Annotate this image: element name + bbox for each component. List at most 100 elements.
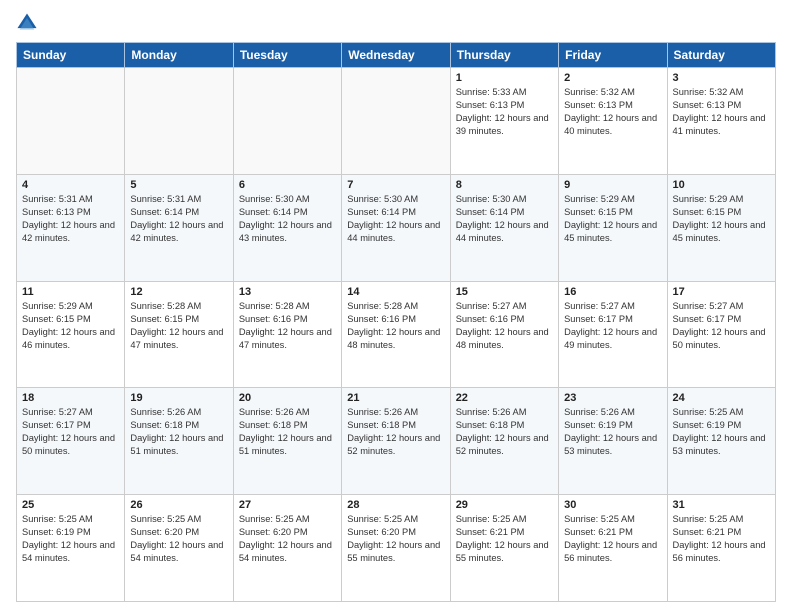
cell-info: Sunrise: 5:31 AMSunset: 6:14 PMDaylight:…	[130, 193, 227, 245]
day-number: 19	[130, 392, 227, 404]
cell-info: Sunrise: 5:29 AMSunset: 6:15 PMDaylight:…	[22, 300, 119, 352]
calendar-cell	[125, 68, 233, 175]
calendar-cell	[342, 68, 450, 175]
cell-info: Sunrise: 5:26 AMSunset: 6:18 PMDaylight:…	[130, 406, 227, 458]
cell-info: Sunrise: 5:25 AMSunset: 6:19 PMDaylight:…	[22, 513, 119, 565]
cell-info: Sunrise: 5:33 AMSunset: 6:13 PMDaylight:…	[456, 86, 553, 138]
cell-info: Sunrise: 5:32 AMSunset: 6:13 PMDaylight:…	[564, 86, 661, 138]
cell-info: Sunrise: 5:28 AMSunset: 6:16 PMDaylight:…	[347, 300, 444, 352]
day-number: 16	[564, 286, 661, 298]
day-number: 18	[22, 392, 119, 404]
calendar-cell: 7 Sunrise: 5:30 AMSunset: 6:14 PMDayligh…	[342, 174, 450, 281]
cell-info: Sunrise: 5:26 AMSunset: 6:18 PMDaylight:…	[347, 406, 444, 458]
calendar-week-1: 1 Sunrise: 5:33 AMSunset: 6:13 PMDayligh…	[17, 68, 776, 175]
day-number: 21	[347, 392, 444, 404]
calendar-cell: 12 Sunrise: 5:28 AMSunset: 6:15 PMDaylig…	[125, 281, 233, 388]
calendar-cell: 29 Sunrise: 5:25 AMSunset: 6:21 PMDaylig…	[450, 495, 558, 602]
calendar-cell: 13 Sunrise: 5:28 AMSunset: 6:16 PMDaylig…	[233, 281, 341, 388]
calendar-cell: 10 Sunrise: 5:29 AMSunset: 6:15 PMDaylig…	[667, 174, 775, 281]
calendar-cell: 4 Sunrise: 5:31 AMSunset: 6:13 PMDayligh…	[17, 174, 125, 281]
cell-info: Sunrise: 5:26 AMSunset: 6:18 PMDaylight:…	[239, 406, 336, 458]
cell-info: Sunrise: 5:31 AMSunset: 6:13 PMDaylight:…	[22, 193, 119, 245]
cell-info: Sunrise: 5:30 AMSunset: 6:14 PMDaylight:…	[239, 193, 336, 245]
calendar-header-friday: Friday	[559, 43, 667, 68]
logo	[16, 12, 42, 34]
cell-info: Sunrise: 5:30 AMSunset: 6:14 PMDaylight:…	[456, 193, 553, 245]
calendar-cell: 30 Sunrise: 5:25 AMSunset: 6:21 PMDaylig…	[559, 495, 667, 602]
cell-info: Sunrise: 5:25 AMSunset: 6:21 PMDaylight:…	[564, 513, 661, 565]
day-number: 7	[347, 179, 444, 191]
day-number: 27	[239, 499, 336, 511]
page: SundayMondayTuesdayWednesdayThursdayFrid…	[0, 0, 792, 612]
day-number: 31	[673, 499, 770, 511]
calendar-cell: 1 Sunrise: 5:33 AMSunset: 6:13 PMDayligh…	[450, 68, 558, 175]
calendar-cell: 31 Sunrise: 5:25 AMSunset: 6:21 PMDaylig…	[667, 495, 775, 602]
calendar-cell: 27 Sunrise: 5:25 AMSunset: 6:20 PMDaylig…	[233, 495, 341, 602]
calendar-header-sunday: Sunday	[17, 43, 125, 68]
cell-info: Sunrise: 5:25 AMSunset: 6:20 PMDaylight:…	[130, 513, 227, 565]
calendar-cell: 17 Sunrise: 5:27 AMSunset: 6:17 PMDaylig…	[667, 281, 775, 388]
calendar-header-thursday: Thursday	[450, 43, 558, 68]
calendar-cell: 14 Sunrise: 5:28 AMSunset: 6:16 PMDaylig…	[342, 281, 450, 388]
calendar-cell: 6 Sunrise: 5:30 AMSunset: 6:14 PMDayligh…	[233, 174, 341, 281]
day-number: 28	[347, 499, 444, 511]
day-number: 2	[564, 72, 661, 84]
cell-info: Sunrise: 5:25 AMSunset: 6:20 PMDaylight:…	[347, 513, 444, 565]
day-number: 13	[239, 286, 336, 298]
calendar-cell: 16 Sunrise: 5:27 AMSunset: 6:17 PMDaylig…	[559, 281, 667, 388]
calendar-cell: 5 Sunrise: 5:31 AMSunset: 6:14 PMDayligh…	[125, 174, 233, 281]
cell-info: Sunrise: 5:25 AMSunset: 6:21 PMDaylight:…	[673, 513, 770, 565]
calendar-header-saturday: Saturday	[667, 43, 775, 68]
calendar-cell: 22 Sunrise: 5:26 AMSunset: 6:18 PMDaylig…	[450, 388, 558, 495]
cell-info: Sunrise: 5:25 AMSunset: 6:21 PMDaylight:…	[456, 513, 553, 565]
cell-info: Sunrise: 5:25 AMSunset: 6:20 PMDaylight:…	[239, 513, 336, 565]
day-number: 15	[456, 286, 553, 298]
day-number: 8	[456, 179, 553, 191]
cell-info: Sunrise: 5:28 AMSunset: 6:15 PMDaylight:…	[130, 300, 227, 352]
cell-info: Sunrise: 5:27 AMSunset: 6:17 PMDaylight:…	[22, 406, 119, 458]
calendar-cell: 3 Sunrise: 5:32 AMSunset: 6:13 PMDayligh…	[667, 68, 775, 175]
day-number: 3	[673, 72, 770, 84]
day-number: 30	[564, 499, 661, 511]
calendar-cell: 18 Sunrise: 5:27 AMSunset: 6:17 PMDaylig…	[17, 388, 125, 495]
calendar-week-5: 25 Sunrise: 5:25 AMSunset: 6:19 PMDaylig…	[17, 495, 776, 602]
calendar-cell	[233, 68, 341, 175]
calendar-cell: 11 Sunrise: 5:29 AMSunset: 6:15 PMDaylig…	[17, 281, 125, 388]
day-number: 23	[564, 392, 661, 404]
cell-info: Sunrise: 5:27 AMSunset: 6:17 PMDaylight:…	[564, 300, 661, 352]
day-number: 29	[456, 499, 553, 511]
day-number: 11	[22, 286, 119, 298]
day-number: 24	[673, 392, 770, 404]
calendar-cell: 25 Sunrise: 5:25 AMSunset: 6:19 PMDaylig…	[17, 495, 125, 602]
calendar-table: SundayMondayTuesdayWednesdayThursdayFrid…	[16, 42, 776, 602]
day-number: 20	[239, 392, 336, 404]
calendar-cell: 21 Sunrise: 5:26 AMSunset: 6:18 PMDaylig…	[342, 388, 450, 495]
day-number: 1	[456, 72, 553, 84]
header	[16, 12, 776, 34]
cell-info: Sunrise: 5:27 AMSunset: 6:17 PMDaylight:…	[673, 300, 770, 352]
day-number: 25	[22, 499, 119, 511]
cell-info: Sunrise: 5:30 AMSunset: 6:14 PMDaylight:…	[347, 193, 444, 245]
calendar-cell: 19 Sunrise: 5:26 AMSunset: 6:18 PMDaylig…	[125, 388, 233, 495]
day-number: 22	[456, 392, 553, 404]
day-number: 4	[22, 179, 119, 191]
calendar-header-tuesday: Tuesday	[233, 43, 341, 68]
cell-info: Sunrise: 5:32 AMSunset: 6:13 PMDaylight:…	[673, 86, 770, 138]
calendar-header-row: SundayMondayTuesdayWednesdayThursdayFrid…	[17, 43, 776, 68]
cell-info: Sunrise: 5:25 AMSunset: 6:19 PMDaylight:…	[673, 406, 770, 458]
calendar-cell: 23 Sunrise: 5:26 AMSunset: 6:19 PMDaylig…	[559, 388, 667, 495]
calendar-header-monday: Monday	[125, 43, 233, 68]
calendar-cell	[17, 68, 125, 175]
calendar-cell: 28 Sunrise: 5:25 AMSunset: 6:20 PMDaylig…	[342, 495, 450, 602]
calendar-cell: 26 Sunrise: 5:25 AMSunset: 6:20 PMDaylig…	[125, 495, 233, 602]
day-number: 9	[564, 179, 661, 191]
calendar-week-3: 11 Sunrise: 5:29 AMSunset: 6:15 PMDaylig…	[17, 281, 776, 388]
day-number: 12	[130, 286, 227, 298]
calendar-cell: 2 Sunrise: 5:32 AMSunset: 6:13 PMDayligh…	[559, 68, 667, 175]
day-number: 10	[673, 179, 770, 191]
calendar-week-4: 18 Sunrise: 5:27 AMSunset: 6:17 PMDaylig…	[17, 388, 776, 495]
cell-info: Sunrise: 5:28 AMSunset: 6:16 PMDaylight:…	[239, 300, 336, 352]
calendar-cell: 15 Sunrise: 5:27 AMSunset: 6:16 PMDaylig…	[450, 281, 558, 388]
day-number: 5	[130, 179, 227, 191]
logo-icon	[16, 12, 38, 34]
